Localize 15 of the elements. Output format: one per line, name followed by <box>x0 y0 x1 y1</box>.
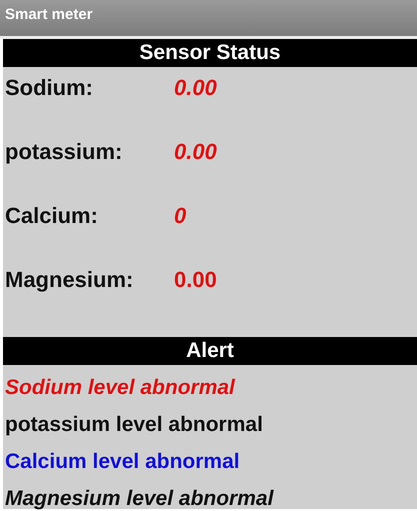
section-header: Sensor Status <box>3 39 417 67</box>
alert-message: Sodium level abnormal <box>4 375 236 401</box>
reading-value: 0.00 <box>174 138 217 166</box>
reading-value: 0 <box>174 202 186 230</box>
reading-label: potassium: <box>4 138 124 166</box>
reading-value: 0.00 <box>174 74 217 102</box>
reading-value: 0.00 <box>174 266 217 294</box>
reading-label: Calcium: <box>4 202 99 230</box>
reading-label: Magnesium: <box>4 266 134 294</box>
alert-message: Calcium level abnormal <box>4 449 241 475</box>
alert-message: potassium level abnormal <box>4 412 264 438</box>
reading-label: Sodium: <box>4 74 94 102</box>
window-title: Smart meter <box>5 6 93 23</box>
section-header: Alert <box>3 337 417 365</box>
alert-message: Magnesium level abnormal <box>4 486 275 511</box>
